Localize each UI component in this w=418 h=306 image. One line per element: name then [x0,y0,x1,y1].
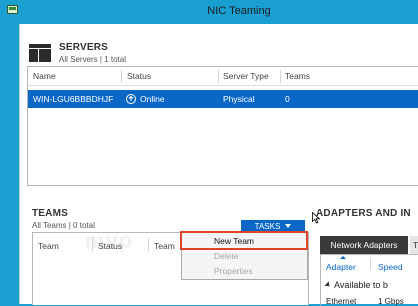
menu-item-properties[interactable]: Properties [214,266,253,276]
column-separator [280,70,281,83]
column-separator [218,70,219,83]
server-name: WIN-LGU6BBBDHJF [33,94,114,104]
window-title: NIC Teaming [207,5,271,17]
online-status-icon [126,94,136,104]
teams-title: TEAMS [32,208,68,219]
adapter-speed: 1 Gbps [378,297,404,306]
column-separator [121,70,122,83]
group-label: Available to b [334,280,388,290]
column-separator [370,258,371,270]
column-header-server-type[interactable]: Server Type [223,71,269,81]
tab-team-interfaces[interactable]: T [410,236,418,254]
column-header-name[interactable]: Name [33,71,56,81]
column-header-adapter[interactable]: Adapter [326,262,356,272]
servers-subtitle: All Servers | 1 total [59,55,126,64]
column-header-team[interactable]: Team [38,241,59,251]
server-teams-count: 0 [285,94,290,104]
menu-item-delete[interactable]: Delete [214,251,239,261]
tab-network-adapters[interactable]: Network Adapters [320,236,408,254]
server-type: Physical [223,94,255,104]
highlight-box [180,231,308,250]
collapse-icon[interactable] [324,281,332,289]
servers-icon [29,44,51,62]
server-status: Online [140,94,165,104]
content-border [19,24,20,304]
column-header-speed[interactable]: Speed [378,262,403,272]
chevron-down-icon [285,224,292,228]
column-header-team-2[interactable]: Team [154,241,175,251]
servers-title: SERVERS [59,42,109,53]
tasks-label: TASKS [254,221,281,231]
adapter-name: Ethernet [326,297,357,306]
sort-ascending-icon [340,256,346,259]
column-header-teams[interactable]: Teams [285,71,310,81]
watermark: mvp [85,228,134,253]
column-header-status[interactable]: Status [127,71,151,81]
column-separator [148,238,149,251]
adapters-title: ADAPTERS AND IN [316,208,411,219]
group-available[interactable]: Available to b [324,280,388,290]
